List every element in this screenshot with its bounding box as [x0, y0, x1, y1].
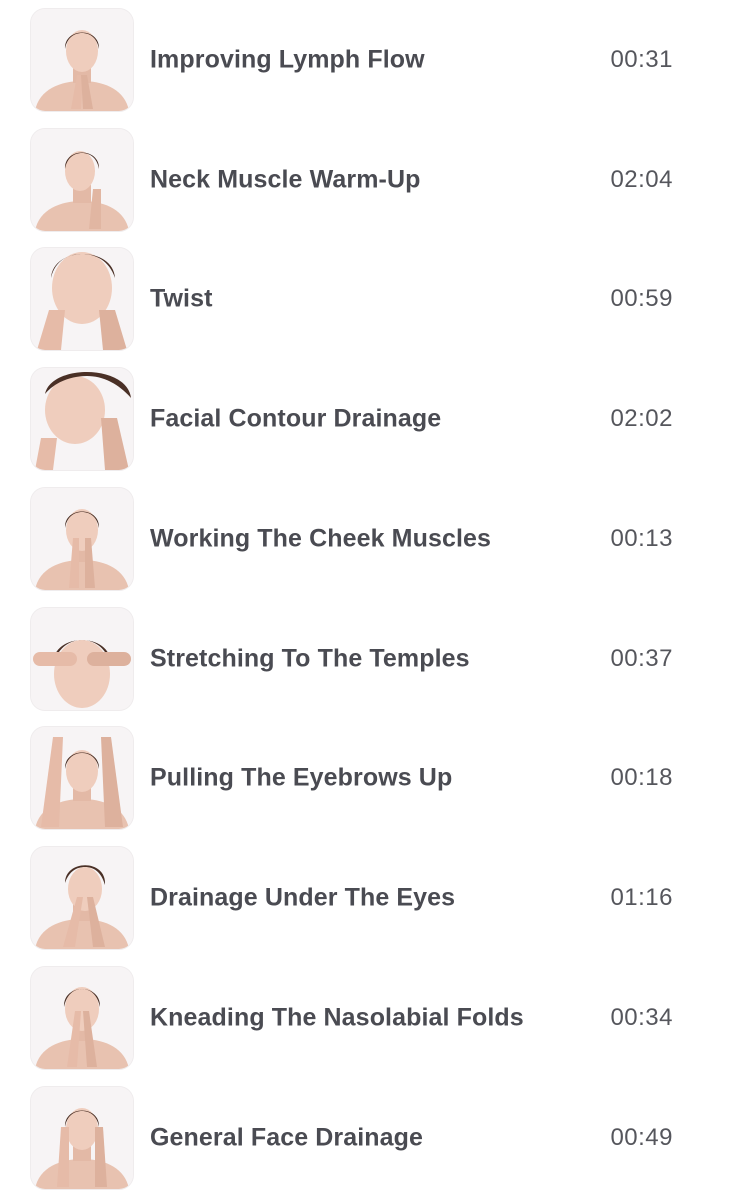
- exercise-row[interactable]: Stretching To The Temples 00:37: [0, 607, 736, 711]
- exercise-row[interactable]: Drainage Under The Eyes 01:16: [0, 846, 736, 950]
- exercise-thumbnail: [31, 9, 133, 111]
- exercise-row[interactable]: Working The Cheek Muscles 00:13: [0, 487, 736, 591]
- exercise-title: Working The Cheek Muscles: [150, 524, 492, 553]
- exercise-thumbnail: [31, 727, 133, 829]
- exercise-duration: 00:34: [610, 1004, 673, 1031]
- exercise-row[interactable]: Improving Lymph Flow 00:31: [0, 8, 736, 112]
- exercise-thumbnail: [31, 608, 133, 710]
- exercise-duration: 00:59: [610, 285, 673, 312]
- exercise-duration: 02:02: [610, 405, 673, 432]
- exercise-thumbnail: [31, 488, 133, 590]
- exercise-thumbnail: [31, 129, 133, 231]
- exercise-row[interactable]: Twist 00:59: [0, 247, 736, 351]
- exercise-title: Stretching To The Temples: [150, 644, 470, 673]
- exercise-list: Improving Lymph Flow 00:31 Neck Muscle W…: [0, 0, 736, 1200]
- exercise-thumbnail: [31, 1087, 133, 1189]
- exercise-duration: 01:16: [610, 884, 673, 911]
- exercise-thumbnail: [31, 847, 133, 949]
- exercise-thumbnail: [31, 248, 133, 350]
- exercise-duration: 00:31: [610, 46, 673, 73]
- exercise-thumbnail: [31, 368, 133, 470]
- exercise-title: Neck Muscle Warm-Up: [150, 165, 421, 194]
- exercise-thumbnail: [31, 967, 133, 1069]
- exercise-title: Improving Lymph Flow: [150, 45, 425, 74]
- exercise-title: Pulling The Eyebrows Up: [150, 763, 453, 792]
- exercise-title: General Face Drainage: [150, 1123, 424, 1152]
- exercise-row[interactable]: Neck Muscle Warm-Up 02:04: [0, 128, 736, 232]
- exercise-title: Twist: [150, 284, 213, 313]
- exercise-duration: 00:37: [610, 645, 673, 672]
- exercise-duration: 00:49: [610, 1124, 673, 1151]
- exercise-title: Facial Contour Drainage: [150, 404, 442, 433]
- exercise-duration: 02:04: [610, 166, 673, 193]
- exercise-duration: 00:18: [610, 764, 673, 791]
- exercise-title: Drainage Under The Eyes: [150, 883, 456, 912]
- exercise-row[interactable]: Facial Contour Drainage 02:02: [0, 367, 736, 471]
- exercise-duration: 00:13: [610, 525, 673, 552]
- exercise-title: Kneading The Nasolabial Folds: [150, 1003, 524, 1032]
- exercise-row[interactable]: General Face Drainage 00:49: [0, 1086, 736, 1190]
- exercise-row[interactable]: Kneading The Nasolabial Folds 00:34: [0, 966, 736, 1070]
- exercise-row[interactable]: Pulling The Eyebrows Up 00:18: [0, 726, 736, 830]
